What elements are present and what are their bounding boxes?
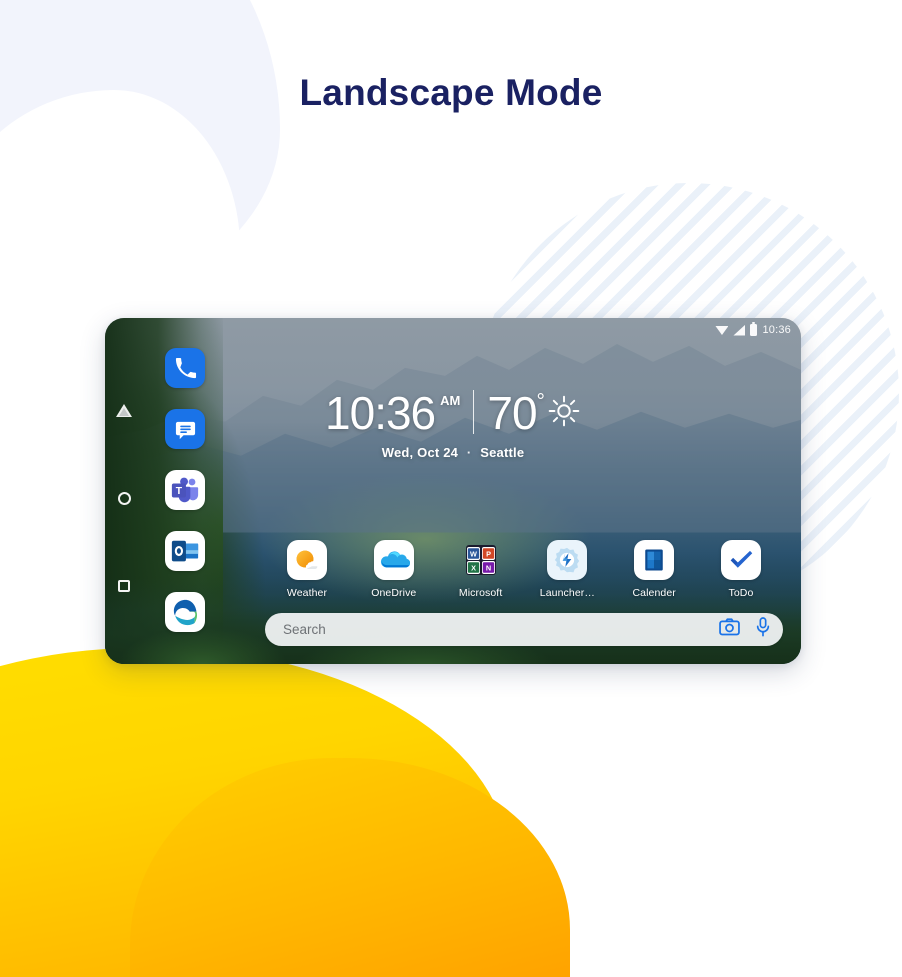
app-item-onedrive[interactable]: OneDrive (352, 540, 436, 599)
search-bar[interactable]: Search (265, 613, 783, 646)
messages-icon (175, 421, 195, 439)
dock-item-outlook[interactable] (165, 531, 205, 571)
microphone-button[interactable] (755, 617, 771, 642)
calendar-app-icon-tile (634, 540, 675, 580)
app-label: Microsoft (458, 587, 503, 599)
weather-app-icon-tile (287, 540, 327, 580)
edge-icon (173, 599, 197, 625)
microphone-icon (756, 617, 770, 637)
svg-text:N: N (485, 563, 490, 572)
app-item-launcher[interactable]: Launcher… (525, 540, 609, 599)
page-title: Landscape Mode (299, 72, 603, 113)
svg-text:P: P (486, 549, 491, 558)
microsoft-office-grid-icon: W P X N (465, 545, 496, 575)
app-label: Calender (632, 587, 676, 599)
launcher-app-icon-tile (547, 540, 588, 580)
app-item-weather[interactable]: Weather (265, 540, 349, 599)
status-bar: 10:36 (715, 322, 791, 336)
page-root: Landscape Mode 10:36 T 10:36 AM 70 ° Wed… (0, 0, 902, 977)
search-input[interactable]: Search (283, 622, 719, 637)
svg-text:T: T (176, 486, 183, 497)
svg-text:X: X (471, 563, 476, 572)
teams-icon: T (171, 477, 199, 503)
nav-home-button[interactable] (115, 489, 133, 507)
app-label: OneDrive (371, 587, 417, 599)
onenote-tile: N (481, 561, 495, 574)
todo-check-icon (730, 550, 753, 568)
android-nav-bar (105, 318, 143, 664)
outlook-icon (171, 540, 199, 562)
powerpoint-tile: P (481, 546, 495, 560)
signal-icon (733, 324, 746, 336)
app-dock: T (156, 342, 214, 642)
app-label: ToDo (728, 587, 754, 599)
calendar-icon (645, 549, 663, 571)
recents-icon (118, 580, 130, 592)
status-bar-time: 10:36 (762, 324, 791, 336)
weather-sun-cloud-icon (296, 550, 319, 570)
word-tile: W (467, 546, 481, 560)
nav-back-button[interactable] (115, 401, 133, 419)
app-label: Launcher… (539, 587, 595, 599)
home-icon (117, 491, 131, 505)
microsoft-app-icon-tile: W P X N (461, 540, 501, 580)
app-item-microsoft[interactable]: W P X N Microsoft (439, 540, 523, 599)
app-row: Weather OneDrive W P X N Microsoft Launc… (265, 540, 783, 599)
phone-icon (175, 357, 196, 378)
camera-button[interactable] (719, 618, 740, 641)
wifi-icon (715, 326, 729, 335)
launcher-gear-icon (555, 547, 580, 573)
nav-recents-button[interactable] (115, 577, 133, 595)
excel-tile: X (467, 561, 481, 574)
dock-item-edge[interactable] (165, 592, 205, 632)
dock-item-messages[interactable] (165, 409, 205, 449)
back-icon (116, 403, 132, 417)
battery-icon (750, 322, 758, 336)
app-item-todo[interactable]: ToDo (699, 540, 783, 599)
search-actions (719, 617, 771, 642)
dock-item-teams[interactable]: T (165, 470, 205, 510)
todo-app-icon-tile (720, 540, 761, 580)
onedrive-app-icon-tile (373, 540, 414, 580)
dock-item-phone[interactable] (165, 348, 205, 388)
camera-icon (719, 618, 740, 636)
onedrive-cloud-icon (380, 551, 410, 568)
app-label: Weather (286, 587, 328, 599)
svg-text:W: W (470, 549, 477, 558)
app-item-calendar[interactable]: Calender (612, 540, 696, 599)
phone-device-frame: 10:36 T 10:36 AM 70 ° Wed, Oct 24 · Seat… (105, 318, 801, 664)
